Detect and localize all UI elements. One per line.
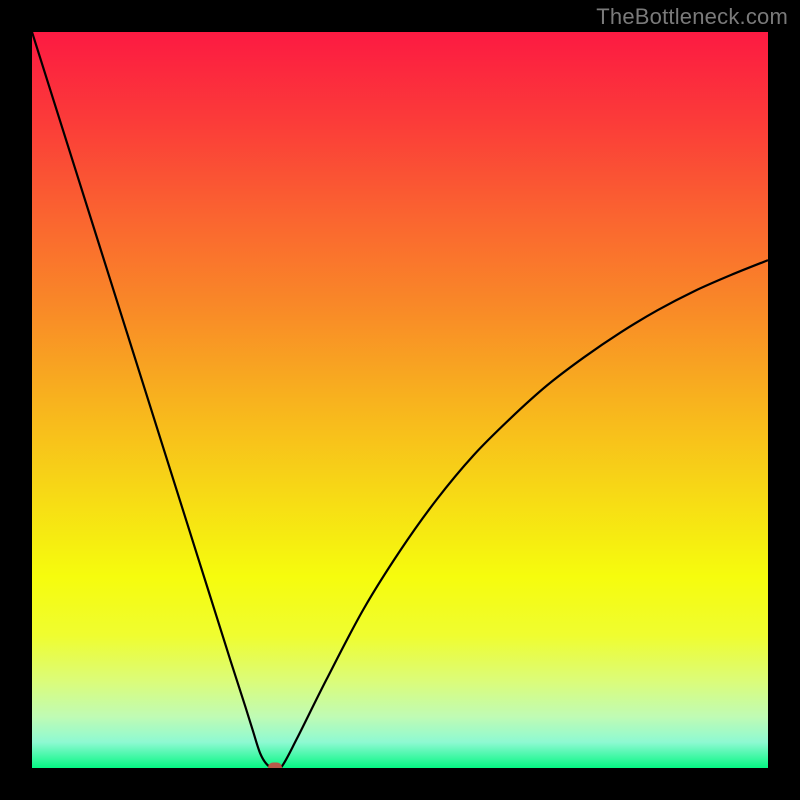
bottleneck-curve — [32, 32, 768, 768]
watermark-text: TheBottleneck.com — [596, 4, 788, 30]
curve-layer — [32, 32, 768, 768]
chart-canvas: TheBottleneck.com — [0, 0, 800, 800]
plot-area — [32, 32, 768, 768]
optimal-point-marker — [268, 763, 282, 769]
